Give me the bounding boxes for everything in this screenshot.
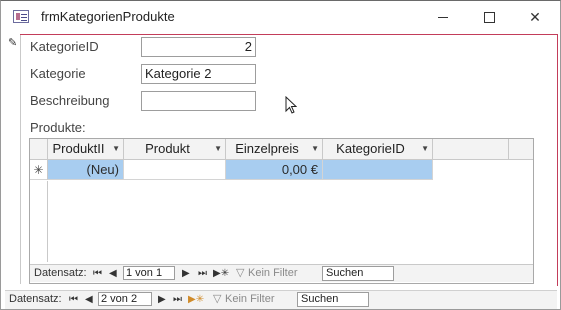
form-window: frmKategorienProdukte ✕ ✎ KategorieID 2 … (0, 0, 561, 310)
maximize-button[interactable] (466, 1, 512, 33)
pencil-icon: ✎ (8, 37, 18, 49)
dropdown-arrow-icon[interactable]: ▼ (214, 139, 222, 159)
kategorie-field[interactable]: Kategorie 2 (141, 64, 256, 84)
kategorieid-label: KategorieID (30, 39, 99, 54)
produkte-subform: ProduktII ▼ Produkt ▼ Einzelpreis ▼ Kate… (29, 138, 534, 284)
grid-header: ProduktII ▼ Produkt ▼ Einzelpreis ▼ Kate… (30, 139, 533, 160)
form-search-input[interactable]: Suchen (297, 292, 369, 307)
column-header-label: Einzelpreis (235, 141, 299, 156)
dropdown-arrow-icon[interactable]: ▼ (311, 139, 319, 159)
kategorieid-field[interactable]: 2 (141, 37, 256, 57)
form-filter-status[interactable]: Kein Filter (225, 291, 275, 308)
column-header-einzelpreis[interactable]: Einzelpreis ▼ (226, 139, 323, 159)
dropdown-arrow-icon[interactable]: ▼ (421, 139, 429, 159)
maximize-icon (484, 12, 495, 23)
cell-produkt[interactable] (124, 160, 226, 180)
dropdown-arrow-icon[interactable]: ▼ (112, 139, 120, 159)
subform-nav-label: Datensatz: (34, 267, 87, 279)
close-icon: ✕ (529, 9, 541, 25)
first-record-icon[interactable]: ⏮ (93, 265, 102, 282)
column-header-produktid[interactable]: ProduktII ▼ (48, 139, 124, 159)
cell-produktid[interactable]: (Neu) (48, 160, 124, 180)
first-record-icon[interactable]: ⏮ (69, 291, 78, 308)
filter-funnel-icon: ▽ (236, 267, 245, 279)
new-record-selector[interactable]: ✳ (30, 160, 48, 180)
form-nav-label: Datensatz: (9, 293, 62, 305)
previous-record-icon[interactable]: ◀ (109, 265, 117, 282)
window-title: frmKategorienProdukte (41, 9, 175, 24)
minimize-button[interactable] (420, 1, 466, 33)
column-header-label: Produkt (145, 141, 190, 156)
kategorie-label: Kategorie (30, 66, 86, 81)
form-record-position[interactable]: 2 von 2 (98, 292, 152, 306)
column-header-kategorieid[interactable]: KategorieID ▼ (323, 139, 433, 159)
next-record-icon[interactable]: ▶ (182, 265, 190, 282)
form-record-navigation: Datensatz: ⏮ ◀ 2 von 2 ▶ ⏭ ▶✳ ▽ Kein Fil… (5, 290, 557, 309)
cell-kategorieid[interactable] (323, 160, 433, 180)
new-record-icon[interactable]: ▶✳ (188, 291, 204, 308)
title-bar: frmKategorienProdukte ✕ (1, 1, 560, 33)
column-header-label: ProduktII (52, 141, 105, 156)
filter-funnel-icon: ▽ (213, 293, 222, 305)
column-header-produkt[interactable]: Produkt ▼ (124, 139, 226, 159)
subform-search-input[interactable]: Suchen (322, 266, 394, 281)
previous-record-icon[interactable]: ◀ (85, 291, 93, 308)
cell-einzelpreis[interactable]: 0,00 € (226, 160, 323, 180)
select-all-corner[interactable] (30, 139, 48, 159)
mouse-pointer-icon (285, 96, 297, 114)
beschreibung-label: Beschreibung (30, 93, 110, 108)
close-button[interactable]: ✕ (512, 1, 558, 33)
produkte-label: Produkte: (30, 120, 86, 135)
record-selector[interactable]: ✎ (5, 34, 21, 284)
column-header-label: KategorieID (336, 141, 405, 156)
form-icon (13, 10, 29, 23)
subform-filter-status[interactable]: Kein Filter (248, 265, 298, 282)
row-selector-column (30, 181, 48, 262)
minimize-icon (438, 17, 448, 18)
subform-record-position[interactable]: 1 von 1 (123, 266, 175, 280)
next-record-icon[interactable]: ▶ (158, 291, 166, 308)
beschreibung-field[interactable] (141, 91, 256, 111)
last-record-icon[interactable]: ⏭ (173, 291, 182, 308)
subform-record-navigation: Datensatz: ⏮ ◀ 1 von 1 ▶ ⏭ ▶✳ ▽ Kein Fil… (30, 264, 533, 282)
new-record-icon[interactable]: ▶✳ (213, 265, 229, 282)
column-header-empty (433, 139, 509, 159)
last-record-icon[interactable]: ⏭ (198, 265, 207, 282)
